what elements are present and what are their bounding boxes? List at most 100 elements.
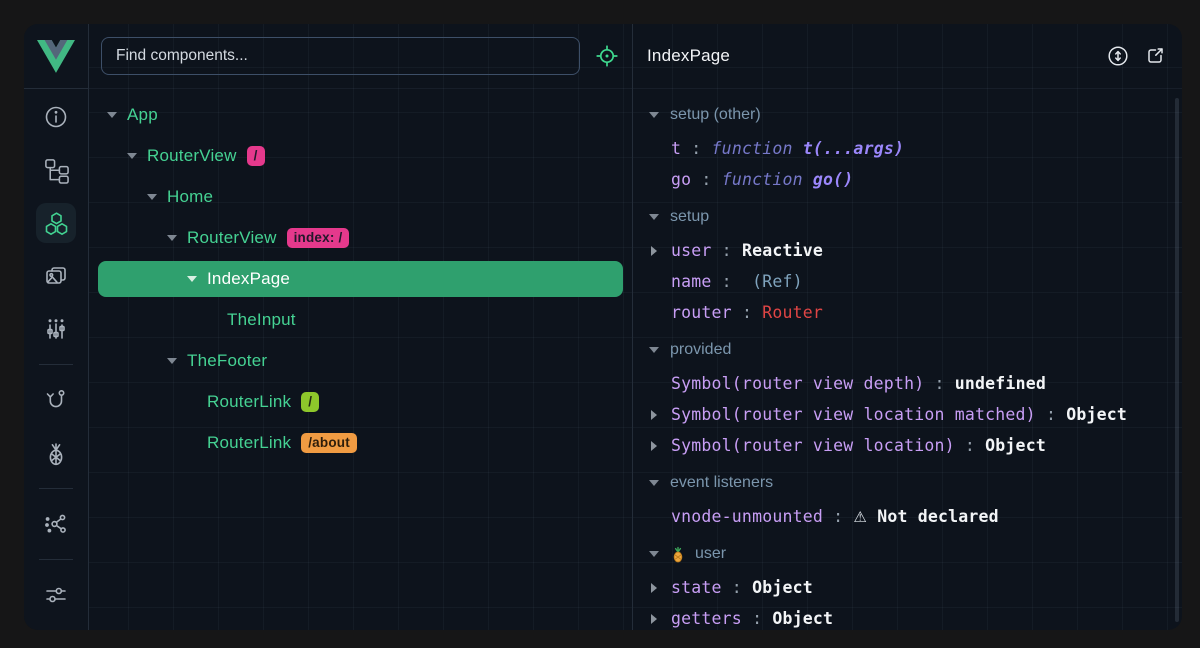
tree-node[interactable]: RouterLink/ [98,384,623,420]
colon: : [732,303,762,322]
settings-icon[interactable] [36,575,76,615]
caret-down-icon[interactable] [167,235,177,241]
vue-logo-icon [37,40,75,73]
property-value: Not declared [867,507,999,526]
colon: : [681,139,711,158]
caret-down-icon[interactable] [107,112,117,118]
tree-node-label: RouterLink [207,433,291,453]
tree-node-label: App [127,105,158,125]
inspector-section: user state : Objectgetters : Object [649,536,1182,630]
property-row[interactable]: Symbol(router view location matched) : O… [649,399,1182,430]
caret-right-icon[interactable] [651,583,657,593]
component-hierarchy-icon[interactable] [36,150,76,190]
components-icon[interactable] [36,203,76,243]
caret-down-icon[interactable] [649,347,659,353]
property-key: vnode-unmounted [671,507,823,526]
property-row[interactable]: Symbol(router view depth) : undefined [649,368,1182,399]
info-icon[interactable] [36,97,76,137]
tree-node-label: TheInput [227,310,296,330]
caret-cell [651,614,671,624]
caret-down-icon[interactable] [649,112,659,118]
tree-node[interactable]: TheInput [98,302,623,338]
tree-node[interactable]: Home [98,179,623,215]
caret-down-icon[interactable] [649,214,659,220]
caret-right-icon[interactable] [651,246,657,256]
section-header[interactable]: user [649,536,1182,572]
property-key: go [671,170,691,189]
route-badge: / [247,146,265,166]
scroll-to-component-icon[interactable] [1107,45,1129,67]
tree-node[interactable]: TheFooter [98,343,623,379]
timeline-icon[interactable] [36,309,76,349]
caret-cell [167,358,187,364]
tree-node-label: RouterView [187,228,277,248]
property-key: t [671,139,681,158]
section-title: user [695,545,726,563]
caret-down-icon[interactable] [147,194,157,200]
caret-cell [167,235,187,241]
section-header[interactable]: provided [649,332,1182,368]
section-header[interactable]: setup [649,199,1182,235]
property-row[interactable]: name : (Ref) [649,266,1182,297]
component-tree: App RouterView / Home RouterView index: / Inde… [89,89,632,630]
property-row[interactable]: Symbol(router view location) : Object [649,430,1182,461]
graph-icon[interactable] [36,504,76,544]
section-title: event listeners [670,474,773,492]
search-input[interactable] [101,37,580,75]
sidebar-divider [39,488,73,489]
caret-right-icon[interactable] [651,614,657,624]
pinia-icon[interactable] [36,433,76,473]
colon: : [924,374,954,393]
caret-down-icon[interactable] [167,358,177,364]
caret-down-icon[interactable] [649,551,659,557]
property-row[interactable]: go : function go() [649,164,1182,195]
tree-header [89,24,632,89]
property-value: go() [813,170,854,189]
tree-node-label: Home [167,187,213,207]
tree-node[interactable]: App [98,97,623,133]
assets-icon[interactable] [36,256,76,296]
property-row[interactable]: router : Router [649,297,1182,328]
caret-down-icon[interactable] [649,480,659,486]
property-key: router [671,303,732,322]
router-icon[interactable] [36,380,76,420]
property-row[interactable]: getters : Object [649,603,1182,630]
section-header[interactable]: event listeners [649,465,1182,501]
tree-node-label: RouterLink [207,392,291,412]
tree-node-label: RouterView [147,146,237,166]
open-in-editor-icon[interactable] [1144,45,1166,67]
caret-cell [651,441,671,451]
warning-icon: ⚠ [853,508,867,526]
inspect-target-icon[interactable] [594,43,620,69]
property-key: name [671,272,712,291]
property-row[interactable]: state : Object [649,572,1182,603]
tree-node[interactable]: RouterLink/about [98,425,623,461]
route-badge: index: / [287,228,350,248]
caret-down-icon[interactable] [127,153,137,159]
devtools-window: App RouterView / Home RouterView index: / Inde… [24,24,1182,630]
property-key: state [671,578,722,597]
caret-cell [649,480,670,486]
caret-right-icon[interactable] [651,410,657,420]
caret-down-icon[interactable] [187,276,197,282]
section-header[interactable]: setup (other) [649,97,1182,133]
caret-right-icon[interactable] [651,441,657,451]
tree-node[interactable]: RouterView / [98,138,623,174]
colon: : [742,609,772,628]
component-tree-panel: App RouterView / Home RouterView index: / Inde… [89,24,633,630]
property-value: Router [762,303,823,322]
scrollbar[interactable] [1175,98,1179,622]
inspector-section: providedSymbol(router view depth) : unde… [649,332,1182,461]
property-row[interactable]: vnode-unmounted : ⚠ Not declared [649,501,1182,532]
property-row[interactable]: t : function t(...args) [649,133,1182,164]
vue-logo [24,24,88,89]
section-title: setup [670,208,709,226]
tree-node[interactable]: IndexPage [98,261,623,297]
property-row[interactable]: user : Reactive [649,235,1182,266]
property-value: Object [985,436,1046,455]
inspector-panel: IndexPage setup (other)t : function t(..… [633,24,1182,630]
colon: : [823,507,853,526]
caret-cell [127,153,147,159]
sidebar-divider [39,364,73,365]
tree-node[interactable]: RouterView index: / [98,220,623,256]
